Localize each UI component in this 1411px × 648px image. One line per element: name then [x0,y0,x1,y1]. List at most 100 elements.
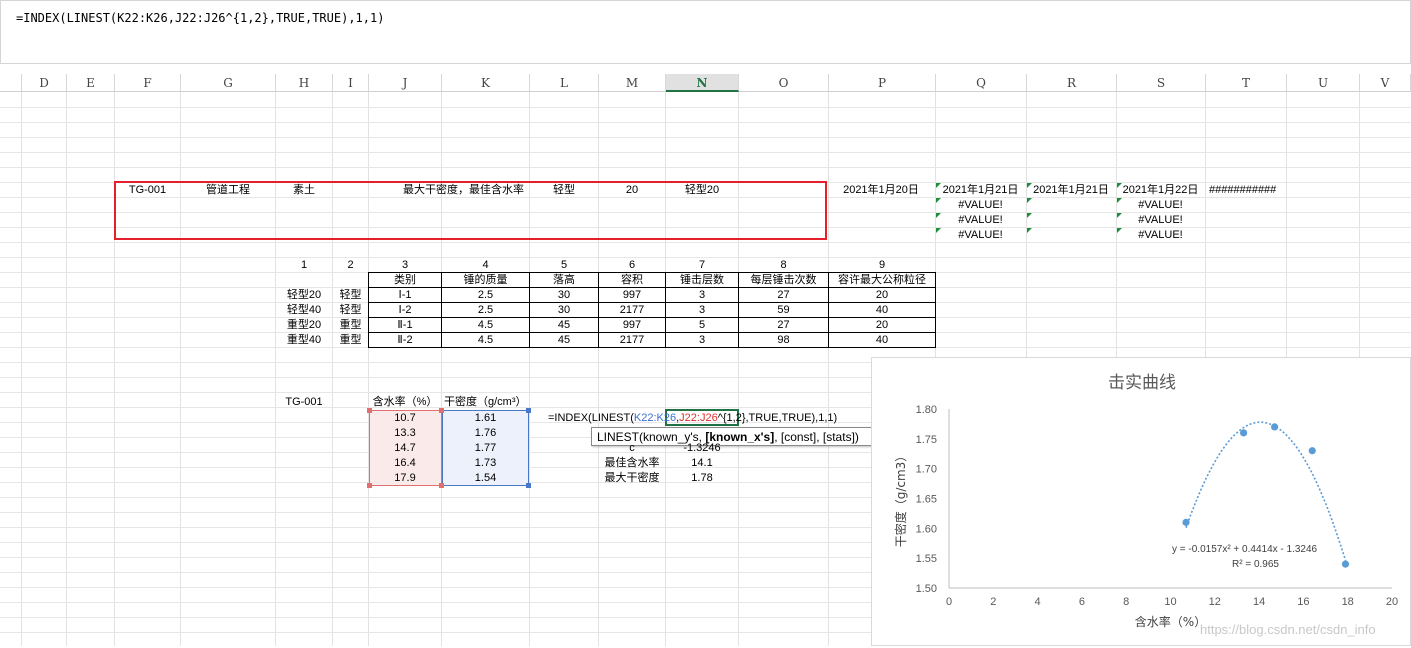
column-header[interactable]: S [1117,74,1206,92]
test-code[interactable]: TG-001 [276,395,332,410]
table-cell[interactable]: 轻型40 [276,303,332,318]
column-header[interactable]: E [67,74,115,92]
cell-error[interactable]: #VALUE! [936,228,1025,243]
table-header[interactable]: 容许最大公称粒径 [829,273,935,288]
table-cell[interactable]: 3 [666,303,738,318]
water-content-cell[interactable]: 13.3 [369,426,441,441]
column-header[interactable]: H [276,74,333,92]
column-header[interactable]: O [739,74,829,92]
column-header[interactable]: G [181,74,276,92]
table-cell[interactable]: 30 [530,288,598,303]
table-cell[interactable]: 40 [829,333,935,348]
table-cell[interactable]: 2177 [599,333,665,348]
water-content-cell[interactable]: 16.4 [369,456,441,471]
table-cell[interactable]: 20 [829,318,935,333]
dry-density-cell[interactable]: 1.61 [442,411,529,426]
table-cell[interactable]: 重型20 [276,318,332,333]
table-cell[interactable]: 轻型20 [276,288,332,303]
cell-error[interactable]: #VALUE! [1117,198,1204,213]
cell-date-t[interactable]: ########### [1209,183,1299,198]
max-density-value[interactable]: 1.78 [666,471,738,486]
index-cell[interactable]: 2 [333,258,368,273]
cell-error[interactable]: #VALUE! [1117,228,1204,243]
table-cell[interactable]: 20 [829,288,935,303]
cell-type-num[interactable]: 轻型20 [666,183,738,198]
table-cell[interactable]: 重型40 [276,333,332,348]
cell-date-p[interactable]: 2021年1月20日 [829,183,933,198]
dry-density-cell[interactable]: 1.54 [442,471,529,486]
column-header[interactable]: R [1027,74,1117,92]
opt-water-label[interactable]: 最佳含水率 [599,456,665,471]
cell-type[interactable]: 轻型 [530,183,598,198]
column-header[interactable]: J [369,74,442,92]
column-header[interactable]: F [115,74,181,92]
table-cell[interactable]: Ⅱ-1 [369,318,441,333]
cell-edit-formula[interactable]: =INDEX(LINEST(K22:K26,J22:J26^{1,2},TRUE… [548,411,837,426]
water-content-cell[interactable]: 14.7 [369,441,441,456]
table-cell[interactable]: 重型 [333,333,368,348]
column-header[interactable]: U [1287,74,1360,92]
dry-density-cell[interactable]: 1.76 [442,426,529,441]
max-density-label[interactable]: 最大干密度 [599,471,665,486]
table-cell[interactable]: 2.5 [442,288,529,303]
table-cell[interactable]: 27 [739,288,828,303]
column-header[interactable]: K [442,74,530,92]
opt-water-value[interactable]: 14.1 [666,456,738,471]
compaction-chart[interactable]: 击实曲线 0 2 4 6 8 10 12 14 16 18 20 1.50 1.55 1.60 1.65 1.7… [871,357,1411,646]
cell-date-r[interactable]: 2021年1月21日 [1027,183,1115,198]
table-header[interactable]: 每层锤击次数 [739,273,828,288]
column-header[interactable]: N [666,74,739,92]
column-header[interactable]: I [333,74,369,92]
table-cell[interactable]: 27 [739,318,828,333]
index-cell[interactable]: 9 [829,258,935,273]
index-cell[interactable]: 7 [666,258,738,273]
water-content-cell[interactable]: 17.9 [369,471,441,486]
table-cell[interactable]: 轻型 [333,288,368,303]
index-cell[interactable]: 4 [442,258,529,273]
cell-error[interactable]: #VALUE! [1117,213,1204,228]
table-cell[interactable]: Ⅰ-2 [369,303,441,318]
table-cell[interactable]: 997 [599,318,665,333]
table-cell[interactable]: 重型 [333,318,368,333]
table-cell[interactable]: Ⅱ-2 [369,333,441,348]
table-cell[interactable]: 3 [666,288,738,303]
dry-density-cell[interactable]: 1.73 [442,456,529,471]
water-content-cell[interactable]: 10.7 [369,411,441,426]
table-cell[interactable]: 59 [739,303,828,318]
cell-date-s[interactable]: 2021年1月22日 [1117,183,1204,198]
table-cell[interactable]: 2.5 [442,303,529,318]
cell-code[interactable]: TG-001 [115,183,180,198]
table-header[interactable]: 落高 [530,273,598,288]
test-header-water[interactable]: 含水率（%） [369,395,441,410]
table-cell[interactable]: 5 [666,318,738,333]
table-header[interactable]: 锤的质量 [442,273,529,288]
select-all-corner[interactable] [0,74,22,92]
table-cell[interactable]: 40 [829,303,935,318]
column-header[interactable]: M [599,74,666,92]
table-cell[interactable]: 45 [530,333,598,348]
column-header[interactable]: T [1206,74,1287,92]
dry-density-cell[interactable]: 1.77 [442,441,529,456]
test-header-density[interactable]: 干密度（g/cm³） [444,395,534,410]
index-cell[interactable]: 1 [276,258,332,273]
index-cell[interactable]: 5 [530,258,598,273]
table-cell[interactable]: 4.5 [442,318,529,333]
table-cell[interactable]: 2177 [599,303,665,318]
column-header[interactable]: D [22,74,67,92]
table-header[interactable]: 类别 [369,273,441,288]
formula-bar[interactable]: =INDEX(LINEST(K22:K26,J22:J26^{1,2},TRUE… [0,0,1411,64]
table-cell[interactable]: 4.5 [442,333,529,348]
index-cell[interactable]: 8 [739,258,828,273]
column-header[interactable]: P [829,74,936,92]
coef-c-label[interactable]: c [599,441,665,456]
column-header[interactable]: Q [936,74,1027,92]
cell-error[interactable]: #VALUE! [936,198,1025,213]
index-cell[interactable]: 3 [369,258,441,273]
table-cell[interactable]: 3 [666,333,738,348]
index-cell[interactable]: 6 [599,258,665,273]
coef-c-value[interactable]: -1.3246 [666,441,738,456]
cell-num[interactable]: 20 [599,183,665,198]
formula-text[interactable]: =INDEX(LINEST(K22:K26,J22:J26^{1,2},TRUE… [16,11,384,25]
table-cell[interactable]: 轻型 [333,303,368,318]
table-cell[interactable]: 30 [530,303,598,318]
